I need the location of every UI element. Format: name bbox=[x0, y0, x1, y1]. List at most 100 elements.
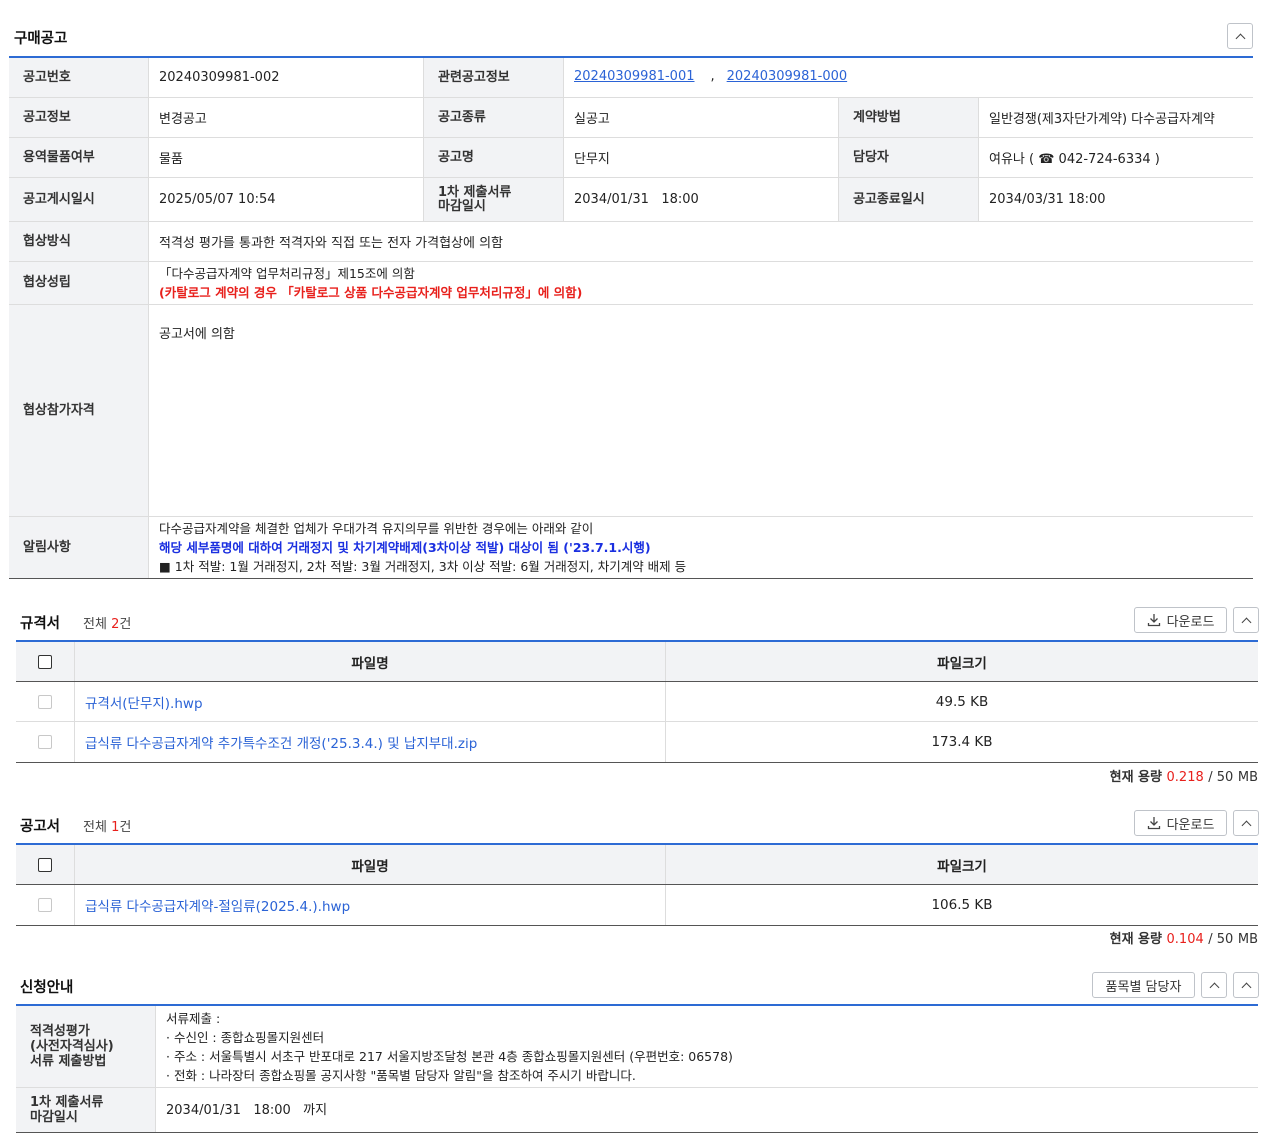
capacity-label: 현재 용량 bbox=[1109, 932, 1162, 947]
established-catalog-note: (카탈로그 계약의 경우 「카탈로그 상품 다수공급자계약 업무처리규정」에 의… bbox=[159, 285, 583, 300]
capacity-total: / 50 bbox=[1208, 770, 1234, 785]
related-separator: , bbox=[710, 69, 715, 84]
qualification-label: 협상참가자격 bbox=[9, 305, 149, 516]
doc-phone: · 전화 : 나라장터 종합쇼핑몰 공지사항 "품목별 담당자 알림"을 참조하… bbox=[166, 1067, 636, 1083]
file-size: 106.5 KB bbox=[931, 897, 993, 913]
file-size: 173.4 KB bbox=[931, 734, 993, 750]
col-file-size: 파일크기 bbox=[937, 858, 987, 875]
notice-info: 변경공고 bbox=[149, 98, 424, 137]
collapse-spec-button[interactable] bbox=[1233, 607, 1259, 633]
file-link[interactable]: 규격서(단무지).hwp bbox=[85, 692, 203, 712]
table-row: 급식류 다수공급자계약 추가특수조건 개정('25.3.4.) 및 납지부대.z… bbox=[16, 722, 1258, 762]
spec-download-button[interactable]: 다운로드 bbox=[1134, 607, 1227, 633]
table-row: 급식류 다수공급자계약-절임류(2025.4.).hwp 106.5 KB bbox=[16, 885, 1258, 925]
negotiation-method: 적격성 평가를 통과한 적격자와 직접 또는 전자 가격협상에 의함 bbox=[159, 236, 504, 251]
notice-line-2: 해당 세부품명에 대하여 거래정지 및 차기계약배제(3차이상 적발) 대상이 … bbox=[159, 540, 651, 555]
goods-type: 물품 bbox=[149, 138, 424, 177]
method-label: 계약방법 bbox=[839, 98, 979, 137]
doc-address: · 주소 : 서울특별시 서초구 반포대로 217 서울지방조달청 본관 4층 … bbox=[166, 1048, 733, 1064]
manager-label: 담당자 bbox=[839, 138, 979, 177]
info-label: 공고정보 bbox=[9, 98, 149, 137]
chevron-up-icon bbox=[1209, 982, 1219, 992]
spec-count-prefix: 전체 bbox=[83, 617, 107, 632]
notice-doc-download-label: 다운로드 bbox=[1166, 817, 1215, 833]
doc-method-label-3: 서류 제출방법 bbox=[30, 1054, 107, 1069]
row-checkbox[interactable] bbox=[38, 735, 52, 749]
deadline1-date: 2034/01/31 18:00 bbox=[564, 178, 839, 221]
posted-label: 공고게시일시 bbox=[9, 178, 149, 221]
file-link[interactable]: 급식류 다수공급자계약-절임류(2025.4.).hwp bbox=[85, 895, 350, 915]
capacity-total: / 50 bbox=[1208, 932, 1234, 947]
notice-doc-count: 전체 1건 bbox=[83, 816, 131, 835]
select-all-checkbox[interactable] bbox=[38, 857, 52, 872]
file-size: 49.5 KB bbox=[935, 693, 989, 710]
qualification-text: 공고서에 의함 bbox=[159, 327, 235, 342]
capacity-used: 0.104 bbox=[1166, 932, 1204, 947]
goods-label: 용역물품여부 bbox=[9, 138, 149, 177]
related-label: 관련공고정보 bbox=[424, 58, 564, 97]
notice-doc-count-suffix: 건 bbox=[119, 820, 132, 835]
established-label: 협상성립 bbox=[9, 262, 149, 304]
spec-file-table: 파일명 파일크기 규격서(단무지).hwp 49.5 KB 급식류 다수공급자계… bbox=[16, 640, 1258, 763]
collapse-notice-doc-button[interactable] bbox=[1233, 810, 1259, 836]
notice-no: 20240309981-002 bbox=[149, 58, 424, 97]
notice-name: 단무지 bbox=[564, 138, 839, 177]
apply-deadline-label-2: 마감일시 bbox=[30, 1110, 78, 1125]
spec-capacity: 현재 용량 0.218 / 50 MB bbox=[1110, 766, 1258, 785]
item-manager-button[interactable]: 품목별 담당자 bbox=[1092, 972, 1195, 998]
file-link[interactable]: 급식류 다수공급자계약 추가특수조건 개정('25.3.4.) 및 납지부대.z… bbox=[85, 732, 477, 752]
end-date: 2034/03/31 18:00 bbox=[989, 192, 1106, 207]
related-notice-link-2[interactable]: 20240309981-000 bbox=[727, 69, 848, 84]
notice-doc-download-button[interactable]: 다운로드 bbox=[1134, 810, 1227, 836]
notice-doc-capacity: 현재 용량 0.104 / 50 MB bbox=[1110, 928, 1258, 947]
spec-count: 전체 2건 bbox=[83, 613, 131, 632]
purchase-title: 구매공고 bbox=[14, 31, 68, 47]
doc-method-label-1: 적격성평가 bbox=[30, 1024, 90, 1039]
row-checkbox[interactable] bbox=[38, 694, 52, 709]
collapse-apply-button-1[interactable] bbox=[1201, 972, 1227, 998]
spec-title: 규격서 bbox=[20, 616, 61, 632]
chevron-up-icon bbox=[1235, 33, 1245, 43]
established-rule: 「다수공급자계약 업무처리규정」제15조에 의함 bbox=[159, 266, 415, 281]
apply-title: 신청안내 bbox=[20, 980, 74, 996]
spec-count-suffix: 건 bbox=[119, 617, 132, 632]
negotiation-label: 협상방식 bbox=[9, 222, 149, 261]
spec-download-label: 다운로드 bbox=[1166, 614, 1215, 630]
manager-contact: 여유나 ( ☎ 042-724-6334 ) bbox=[989, 152, 1160, 167]
notice-label: 알림사항 bbox=[9, 517, 149, 578]
purchase-notice-table: 공고번호 20240309981-002 관련공고정보 20240309981-… bbox=[9, 56, 1253, 579]
notice-line-1: 다수공급자계약을 체결한 업체가 우대가격 유지의무를 위반한 경우에는 아래와… bbox=[159, 521, 594, 536]
col-file-name: 파일명 bbox=[75, 845, 666, 884]
doc-submit: 서류제출 : bbox=[166, 1010, 221, 1026]
chevron-up-icon bbox=[1241, 982, 1251, 992]
doc-recipient: · 수신인 : 종합쇼핑몰지원센터 bbox=[166, 1029, 325, 1045]
posted-date: 2025/05/07 10:54 bbox=[149, 178, 424, 221]
capacity-unit: MB bbox=[1237, 770, 1258, 785]
collapse-purchase-button[interactable] bbox=[1227, 23, 1253, 49]
col-file-name: 파일명 bbox=[75, 642, 666, 681]
notice-doc-count-prefix: 전체 bbox=[83, 820, 107, 835]
collapse-apply-button-2[interactable] bbox=[1233, 972, 1259, 998]
name-label: 공고명 bbox=[424, 138, 564, 177]
doc-method-label-2: (사전자격심사) bbox=[30, 1039, 114, 1054]
download-icon bbox=[1147, 614, 1160, 627]
related-notice-link-1[interactable]: 20240309981-001 bbox=[574, 69, 695, 84]
notice-no-label: 공고번호 bbox=[9, 58, 149, 97]
end-label: 공고종료일시 bbox=[839, 178, 979, 221]
download-icon bbox=[1147, 817, 1160, 830]
notice-doc-file-table: 파일명 파일크기 급식류 다수공급자계약-절임류(2025.4.).hwp 10… bbox=[16, 843, 1258, 926]
row-checkbox[interactable] bbox=[38, 898, 52, 912]
chevron-up-icon bbox=[1241, 617, 1251, 627]
notice-kind: 실공고 bbox=[564, 98, 839, 137]
select-all-checkbox[interactable] bbox=[38, 654, 52, 669]
contract-method: 일반경쟁(제3자단가계약) 다수공급자계약 bbox=[989, 112, 1215, 127]
capacity-unit: MB bbox=[1237, 932, 1258, 947]
table-row: 규격서(단무지).hwp 49.5 KB bbox=[16, 682, 1258, 722]
capacity-used: 0.218 bbox=[1166, 770, 1204, 785]
notice-line-3: ■ 1차 적발: 1월 거래정지, 2차 적발: 3월 거래정지, 3차 이상 … bbox=[159, 559, 687, 574]
deadline1-label: 1차 제출서류 마감일시 bbox=[424, 178, 564, 221]
apply-deadline: 2034/01/31 18:00 까지 bbox=[166, 1102, 328, 1118]
apply-table: 적격성평가 (사전자격심사) 서류 제출방법 서류제출 : · 수신인 : 종합… bbox=[16, 1004, 1258, 1133]
apply-deadline-label-1: 1차 제출서류 bbox=[30, 1095, 104, 1110]
chevron-up-icon bbox=[1241, 820, 1251, 830]
